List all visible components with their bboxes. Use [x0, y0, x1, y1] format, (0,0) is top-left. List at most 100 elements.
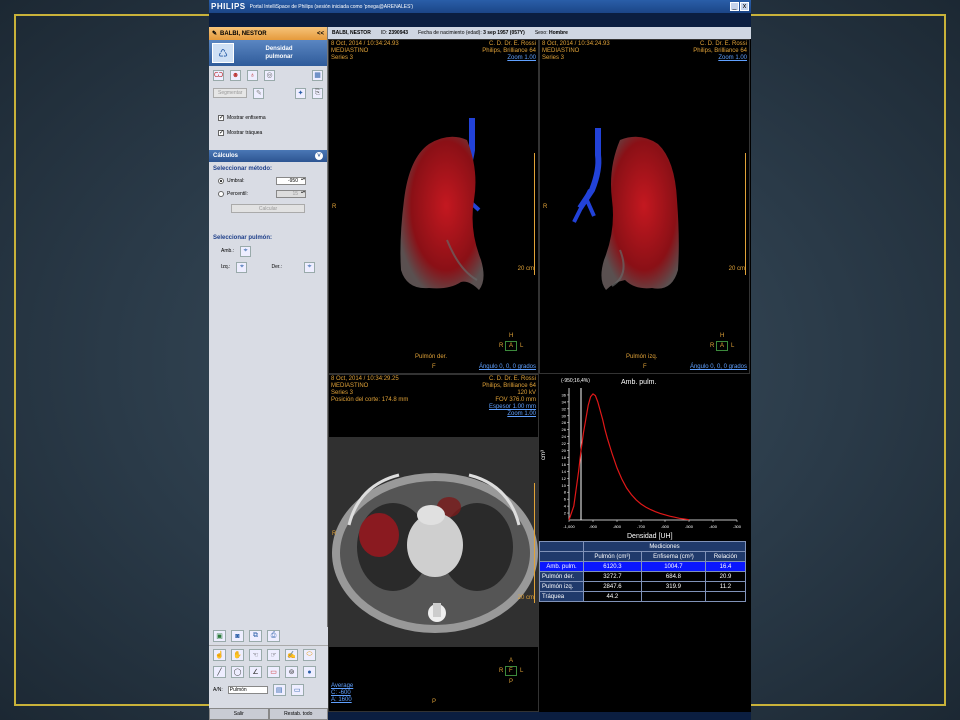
both-lungs-icon[interactable]: ⌖: [240, 245, 252, 257]
pan-icon[interactable]: ✋: [231, 648, 244, 661]
density-histogram[interactable]: Amb. pulm. (-950;16,4%) Densidad [UH] cm…: [539, 374, 750, 541]
roi-icon[interactable]: ⊚: [285, 666, 298, 678]
y-tick-label: 4: [564, 504, 567, 509]
pointer-icon[interactable]: ☝: [213, 648, 226, 661]
tool-selector[interactable]: Densidad pulmonar: [234, 45, 324, 61]
y-tick-label: 14: [562, 469, 567, 474]
percentile-radio[interactable]: [218, 190, 224, 197]
vp1-angle[interactable]: Ángulo 0, 0, 0 grados: [479, 364, 536, 371]
tool-header: ♺ Densidad pulmonar: [209, 40, 327, 66]
window-title: Portal IntelliSpace de Philips (sesión i…: [249, 3, 414, 10]
minimize-button[interactable]: _: [730, 2, 739, 11]
threshold-stepper[interactable]: -950: [276, 176, 306, 185]
zoom-hand-icon[interactable]: ☜: [249, 648, 262, 661]
eraser-icon[interactable]: ⬭: [303, 648, 316, 661]
right-lung-icon[interactable]: ⌖: [304, 261, 315, 273]
monitor-icon[interactable]: ▭: [290, 684, 304, 696]
lung-left-label: Izq.:: [221, 264, 231, 270]
histogram-chart: Amb. pulm. (-950;16,4%) Densidad [UH] cm…: [541, 378, 742, 540]
head-view-icon[interactable]: ☻: [230, 69, 241, 81]
vp2-orientation-cube[interactable]: H R A L: [710, 333, 740, 364]
table-row[interactable]: Amb. pulm. 6120.3 1004.7 16.4: [539, 561, 746, 572]
vp2-cube-bottom: F: [643, 364, 647, 370]
window-level-icon[interactable]: ☞: [267, 648, 280, 661]
vp3-cube-left: R: [499, 668, 504, 674]
torso-view-icon[interactable]: ♁: [247, 69, 258, 81]
vp1-cube-right: L: [520, 343, 524, 349]
vp2-side-marker: R: [543, 204, 548, 210]
reset-all-button[interactable]: Restab. todo: [268, 708, 328, 720]
lungs-view-icon[interactable]: Ѡ: [213, 69, 224, 81]
print-icon[interactable]: ⎙: [267, 630, 280, 642]
viewport-3d-left-lung[interactable]: 8 Oct, 2014 / 10:34:24.93 MEDIASTINO Ser…: [539, 39, 750, 374]
percentile-stepper[interactable]: 15: [276, 189, 306, 198]
calculate-button[interactable]: Calcular: [231, 204, 305, 213]
table-row[interactable]: Pulmón izq. 2847.6 319.9 11.2: [539, 581, 746, 592]
vp2-cube-right: L: [731, 343, 735, 349]
show-trachea-checkbox[interactable]: ✓: [218, 129, 224, 136]
y-tick-label: 30: [562, 413, 567, 418]
table-row[interactable]: Tráquea 44.2: [539, 591, 746, 602]
angle-icon[interactable]: ∠: [249, 666, 262, 678]
collapse-button[interactable]: <<: [317, 31, 324, 37]
pencil-icon[interactable]: ✎: [253, 87, 265, 99]
vp2-angle[interactable]: Ángulo 0, 0, 0 grados: [690, 364, 747, 371]
ellipse-icon[interactable]: ◯: [231, 666, 244, 678]
close-button[interactable]: x: [740, 2, 749, 11]
vp2-scale-ruler: [743, 153, 746, 275]
vp1-cube-bottom: F: [432, 364, 436, 370]
row-lung: 3272.7: [583, 571, 642, 582]
lung-sides-row: Izq.: ⌖ Der.: ⌖: [209, 259, 327, 275]
app-window: PHILIPS Portal IntelliSpace de Philips (…: [209, 0, 751, 720]
vp1-scale: 20 cm: [517, 266, 534, 272]
camera-icon[interactable]: ◙: [231, 630, 244, 642]
y-tick-label: 36: [562, 392, 567, 397]
x-tick-label: -700: [637, 524, 646, 529]
rotate-hand-icon[interactable]: ✍: [285, 648, 298, 661]
x-tick-label: -900: [589, 524, 598, 529]
segment-button[interactable]: Segmentar: [213, 88, 248, 98]
vp3-window-width[interactable]: A: 1600: [331, 697, 353, 704]
vp3-average[interactable]: Average: [331, 683, 353, 690]
show-trachea-row[interactable]: ✓ Mostrar tráquea: [209, 125, 327, 140]
col-ratio: Relación: [705, 551, 746, 562]
table-row[interactable]: Pulmón der. 3272.7 684.8 20.9: [539, 571, 746, 582]
paint-icon[interactable]: ✦: [295, 87, 306, 99]
layout-icon[interactable]: ▦: [312, 69, 323, 81]
save-icon[interactable]: ▣: [213, 630, 226, 642]
histogram-xlabel: Densidad [UH]: [627, 533, 673, 540]
annotation-icon[interactable]: ▭: [267, 666, 280, 678]
sex-label: Sexo:: [534, 30, 548, 36]
lung-icon[interactable]: ♺: [212, 43, 234, 63]
histogram-marker-label: (-950;16,4%): [561, 378, 590, 384]
select-method-label: Seleccionar método:: [213, 166, 273, 172]
blank-header: [539, 551, 584, 562]
threshold-radio[interactable]: [218, 177, 224, 184]
tool-title-line1: Densidad: [265, 46, 293, 52]
y-tick-label: 18: [562, 455, 567, 460]
copy-icon[interactable]: ⧉: [249, 630, 262, 642]
collapse-icon[interactable]: ˅: [315, 152, 323, 160]
an-select[interactable]: Pulmón: [227, 686, 268, 694]
mesh-view-icon[interactable]: ◎: [264, 69, 275, 81]
show-emphysema-row[interactable]: ✓ Mostrar enfisema: [209, 110, 327, 125]
y-tick-label: 28: [562, 420, 567, 425]
export-icon[interactable]: ⎘: [312, 87, 323, 99]
layout-select-icon[interactable]: ▤: [272, 684, 286, 696]
line-icon[interactable]: ╱: [213, 666, 226, 678]
viewport-3d-right-lung[interactable]: 8 Oct, 2014 / 10:34:24.93 MEDIASTINO Ser…: [328, 39, 539, 374]
percentile-row: Percentil: 15: [209, 187, 327, 200]
pin-icon[interactable]: ✎: [212, 30, 217, 37]
viewport-axial-ct[interactable]: 8 Oct, 2014 / 10:34:29.25 MEDIASTINO Ser…: [328, 374, 539, 712]
tool-title-line2: pulmonar: [265, 54, 293, 60]
left-lung-icon[interactable]: ⌖: [236, 261, 248, 273]
y-tick-label: 12: [562, 476, 567, 481]
vp1-orientation-cube[interactable]: H R A L: [499, 333, 529, 364]
sphere-icon[interactable]: ●: [303, 666, 316, 678]
vp3-window-center[interactable]: C: -600: [331, 690, 353, 697]
exit-button[interactable]: Salir: [209, 708, 269, 720]
show-emphysema-checkbox[interactable]: ✓: [218, 114, 224, 121]
vp3-orientation-cube[interactable]: A R F L P: [499, 658, 529, 689]
measurements-header: Mediciones: [583, 541, 746, 552]
calc-section-header[interactable]: Cálculos ˅: [209, 150, 327, 162]
